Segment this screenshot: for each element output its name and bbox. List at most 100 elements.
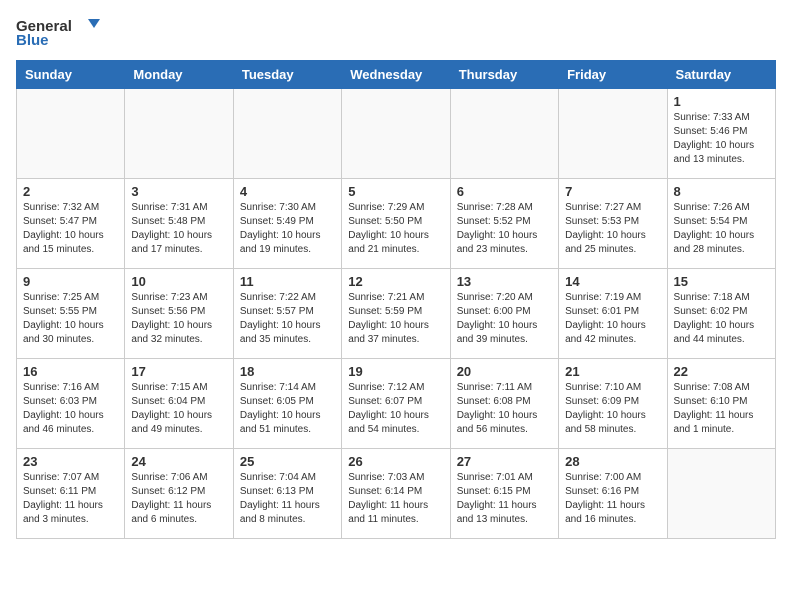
svg-text:Blue: Blue bbox=[16, 32, 49, 48]
day-number: 9 bbox=[23, 274, 118, 289]
day-info: Sunrise: 7:10 AM Sunset: 6:09 PM Dayligh… bbox=[565, 381, 660, 437]
day-info: Sunrise: 7:26 AM Sunset: 5:54 PM Dayligh… bbox=[674, 201, 769, 257]
day-number: 4 bbox=[240, 184, 335, 199]
day-number: 22 bbox=[674, 364, 769, 379]
day-number: 6 bbox=[457, 184, 552, 199]
day-number: 11 bbox=[240, 274, 335, 289]
day-info: Sunrise: 7:31 AM Sunset: 5:48 PM Dayligh… bbox=[131, 201, 226, 257]
calendar-cell: 22 Sunrise: 7:08 AM Sunset: 6:10 PM Dayli… bbox=[667, 359, 775, 449]
calendar-cell bbox=[667, 449, 775, 539]
day-number: 28 bbox=[565, 454, 660, 469]
calendar-cell: 8 Sunrise: 7:26 AM Sunset: 5:54 PM Daylig… bbox=[667, 179, 775, 269]
calendar-cell: 9 Sunrise: 7:25 AM Sunset: 5:55 PM Daylig… bbox=[17, 269, 125, 359]
day-number: 2 bbox=[23, 184, 118, 199]
day-number: 12 bbox=[348, 274, 443, 289]
week-row-5: 23 Sunrise: 7:07 AM Sunset: 6:11 PM Dayli… bbox=[17, 449, 776, 539]
calendar-table: SundayMondayTuesdayWednesdayThursdayFrid… bbox=[16, 60, 776, 539]
day-number: 8 bbox=[674, 184, 769, 199]
calendar-cell: 26Sunrise: 7:03 AM Sunset: 6:14 PM Dayli… bbox=[342, 449, 450, 539]
weekday-header-tuesday: Tuesday bbox=[233, 61, 341, 89]
calendar-cell: 23 Sunrise: 7:07 AM Sunset: 6:11 PM Dayli… bbox=[17, 449, 125, 539]
day-info: Sunrise: 7:04 AM Sunset: 6:13 PM Dayligh… bbox=[240, 471, 335, 527]
day-info: Sunrise: 7:19 AM Sunset: 6:01 PM Dayligh… bbox=[565, 291, 660, 347]
day-number: 15 bbox=[674, 274, 769, 289]
calendar-cell: 15Sunrise: 7:18 AM Sunset: 6:02 PM Dayli… bbox=[667, 269, 775, 359]
calendar-cell: 24 Sunrise: 7:06 AM Sunset: 6:12 PM Dayli… bbox=[125, 449, 233, 539]
logo-svg: GeneralBlue bbox=[16, 16, 106, 48]
calendar-cell bbox=[342, 89, 450, 179]
calendar-cell: 16Sunrise: 7:16 AM Sunset: 6:03 PM Dayli… bbox=[17, 359, 125, 449]
calendar-cell: 12 Sunrise: 7:21 AM Sunset: 5:59 PM Dayli… bbox=[342, 269, 450, 359]
day-info: Sunrise: 7:08 AM Sunset: 6:10 PM Dayligh… bbox=[674, 381, 769, 437]
calendar-cell bbox=[17, 89, 125, 179]
day-info: Sunrise: 7:20 AM Sunset: 6:00 PM Dayligh… bbox=[457, 291, 552, 347]
day-info: Sunrise: 7:06 AM Sunset: 6:12 PM Dayligh… bbox=[131, 471, 226, 527]
weekday-header-sunday: Sunday bbox=[17, 61, 125, 89]
day-number: 26 bbox=[348, 454, 443, 469]
day-info: Sunrise: 7:00 AM Sunset: 6:16 PM Dayligh… bbox=[565, 471, 660, 527]
calendar-cell: 18 Sunrise: 7:14 AM Sunset: 6:05 PM Dayli… bbox=[233, 359, 341, 449]
day-number: 13 bbox=[457, 274, 552, 289]
calendar-cell: 20 Sunrise: 7:11 AM Sunset: 6:08 PM Dayli… bbox=[450, 359, 558, 449]
day-info: Sunrise: 7:27 AM Sunset: 5:53 PM Dayligh… bbox=[565, 201, 660, 257]
calendar-cell: 4 Sunrise: 7:30 AM Sunset: 5:49 PM Daylig… bbox=[233, 179, 341, 269]
logo: GeneralBlue bbox=[16, 16, 106, 48]
day-number: 5 bbox=[348, 184, 443, 199]
day-number: 25 bbox=[240, 454, 335, 469]
day-info: Sunrise: 7:32 AM Sunset: 5:47 PM Dayligh… bbox=[23, 201, 118, 257]
calendar-cell bbox=[559, 89, 667, 179]
week-row-3: 9 Sunrise: 7:25 AM Sunset: 5:55 PM Daylig… bbox=[17, 269, 776, 359]
calendar-cell bbox=[125, 89, 233, 179]
week-row-4: 16Sunrise: 7:16 AM Sunset: 6:03 PM Dayli… bbox=[17, 359, 776, 449]
calendar-cell: 3 Sunrise: 7:31 AM Sunset: 5:48 PM Daylig… bbox=[125, 179, 233, 269]
day-info: Sunrise: 7:21 AM Sunset: 5:59 PM Dayligh… bbox=[348, 291, 443, 347]
day-number: 21 bbox=[565, 364, 660, 379]
day-info: Sunrise: 7:25 AM Sunset: 5:55 PM Dayligh… bbox=[23, 291, 118, 347]
day-number: 3 bbox=[131, 184, 226, 199]
weekday-header-monday: Monday bbox=[125, 61, 233, 89]
calendar-cell: 28 Sunrise: 7:00 AM Sunset: 6:16 PM Dayli… bbox=[559, 449, 667, 539]
day-info: Sunrise: 7:11 AM Sunset: 6:08 PM Dayligh… bbox=[457, 381, 552, 437]
calendar-cell: 2 Sunrise: 7:32 AM Sunset: 5:47 PM Daylig… bbox=[17, 179, 125, 269]
day-info: Sunrise: 7:12 AM Sunset: 6:07 PM Dayligh… bbox=[348, 381, 443, 437]
day-info: Sunrise: 7:07 AM Sunset: 6:11 PM Dayligh… bbox=[23, 471, 118, 527]
day-number: 1 bbox=[674, 94, 769, 109]
calendar-cell: 6 Sunrise: 7:28 AM Sunset: 5:52 PM Daylig… bbox=[450, 179, 558, 269]
calendar-cell: 27 Sunrise: 7:01 AM Sunset: 6:15 PM Dayli… bbox=[450, 449, 558, 539]
day-number: 7 bbox=[565, 184, 660, 199]
day-number: 18 bbox=[240, 364, 335, 379]
day-info: Sunrise: 7:15 AM Sunset: 6:04 PM Dayligh… bbox=[131, 381, 226, 437]
calendar-cell: 14 Sunrise: 7:19 AM Sunset: 6:01 PM Dayli… bbox=[559, 269, 667, 359]
day-number: 19 bbox=[348, 364, 443, 379]
calendar-cell: 13 Sunrise: 7:20 AM Sunset: 6:00 PM Dayli… bbox=[450, 269, 558, 359]
day-info: Sunrise: 7:28 AM Sunset: 5:52 PM Dayligh… bbox=[457, 201, 552, 257]
calendar-cell: 21 Sunrise: 7:10 AM Sunset: 6:09 PM Dayli… bbox=[559, 359, 667, 449]
day-info: Sunrise: 7:14 AM Sunset: 6:05 PM Dayligh… bbox=[240, 381, 335, 437]
calendar-cell: 1Sunrise: 7:33 AM Sunset: 5:46 PM Daylig… bbox=[667, 89, 775, 179]
calendar-cell bbox=[450, 89, 558, 179]
calendar-cell: 19 Sunrise: 7:12 AM Sunset: 6:07 PM Dayli… bbox=[342, 359, 450, 449]
day-info: Sunrise: 7:01 AM Sunset: 6:15 PM Dayligh… bbox=[457, 471, 552, 527]
weekday-header-friday: Friday bbox=[559, 61, 667, 89]
calendar-cell: 25 Sunrise: 7:04 AM Sunset: 6:13 PM Dayli… bbox=[233, 449, 341, 539]
day-info: Sunrise: 7:23 AM Sunset: 5:56 PM Dayligh… bbox=[131, 291, 226, 347]
day-number: 27 bbox=[457, 454, 552, 469]
day-number: 23 bbox=[23, 454, 118, 469]
weekday-header-thursday: Thursday bbox=[450, 61, 558, 89]
calendar-cell: 5 Sunrise: 7:29 AM Sunset: 5:50 PM Daylig… bbox=[342, 179, 450, 269]
day-number: 24 bbox=[131, 454, 226, 469]
day-number: 10 bbox=[131, 274, 226, 289]
day-info: Sunrise: 7:29 AM Sunset: 5:50 PM Dayligh… bbox=[348, 201, 443, 257]
day-info: Sunrise: 7:30 AM Sunset: 5:49 PM Dayligh… bbox=[240, 201, 335, 257]
day-number: 14 bbox=[565, 274, 660, 289]
calendar-cell: 17 Sunrise: 7:15 AM Sunset: 6:04 PM Dayli… bbox=[125, 359, 233, 449]
calendar-cell bbox=[233, 89, 341, 179]
weekday-header-wednesday: Wednesday bbox=[342, 61, 450, 89]
day-number: 16 bbox=[23, 364, 118, 379]
day-number: 20 bbox=[457, 364, 552, 379]
calendar-cell: 11Sunrise: 7:22 AM Sunset: 5:57 PM Dayli… bbox=[233, 269, 341, 359]
week-row-1: 1Sunrise: 7:33 AM Sunset: 5:46 PM Daylig… bbox=[17, 89, 776, 179]
calendar-cell: 7 Sunrise: 7:27 AM Sunset: 5:53 PM Daylig… bbox=[559, 179, 667, 269]
day-number: 17 bbox=[131, 364, 226, 379]
page-header: GeneralBlue bbox=[16, 16, 776, 48]
